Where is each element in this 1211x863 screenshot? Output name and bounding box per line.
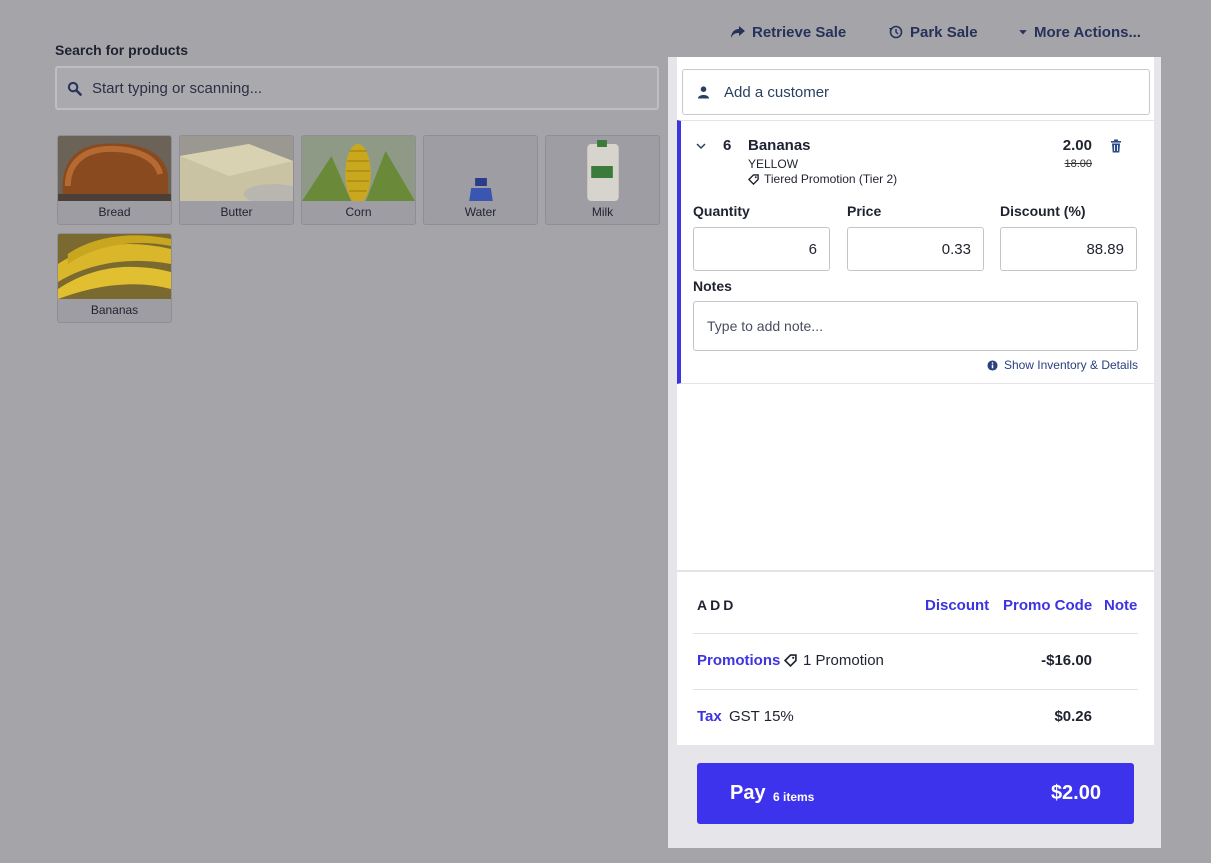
add-promo-code-link[interactable]: Promo Code [1003,597,1092,614]
show-inventory-link[interactable]: Show Inventory & Details [987,358,1138,372]
line-item-variant: YELLOW [748,157,799,171]
quantity-input[interactable] [693,227,830,271]
pay-button[interactable]: Pay 6 items $2.00 [697,763,1134,824]
product-tile-bread[interactable]: Bread [57,135,172,225]
pay-area: Pay 6 items $2.00 [677,745,1154,841]
add-discount-link[interactable]: Discount [925,597,989,614]
park-sale-label: Park Sale [910,23,978,41]
totals-section: ADD Discount Promo Code Note Promotions … [677,570,1154,725]
promotions-count: 1 Promotion [803,652,884,669]
add-note-link[interactable]: Note [1104,597,1137,614]
line-item-original-price: 18.00 [1064,158,1092,170]
chevron-down-icon[interactable] [695,140,707,152]
user-icon [697,86,710,99]
pay-items-count: 6 items [773,790,815,804]
butter-image [180,136,293,201]
add-label: ADD [697,597,737,613]
divider [693,633,1138,634]
milk-image [546,136,659,201]
trash-icon[interactable] [1110,139,1122,153]
tax-amount: $0.26 [1054,708,1092,725]
price-input[interactable] [847,227,984,271]
park-sale-button[interactable]: Park Sale [888,20,978,44]
tax-row: Tax GST 15% $0.26 [697,708,1138,730]
search-box[interactable] [55,66,659,110]
product-label: Butter [220,205,253,219]
product-label: Corn [345,205,372,219]
pay-label: Pay [730,782,766,804]
bread-image [58,136,171,201]
search-label: Search for products [55,42,189,58]
product-tile-milk[interactable]: Milk [545,135,660,225]
product-label: Bananas [90,303,139,317]
info-icon [987,359,998,371]
history-icon [889,25,903,39]
sale-panel: Add a customer 6 Bananas YELLOW Tiered P… [668,57,1161,848]
product-tile-bananas[interactable]: Bananas [57,233,172,323]
quantity-label: Quantity [693,203,750,219]
add-customer-field[interactable]: Add a customer [682,69,1150,115]
tax-link[interactable]: Tax [697,708,722,725]
product-tile-corn[interactable]: Corn [301,135,416,225]
add-customer-placeholder: Add a customer [724,83,830,101]
share-arrow-icon [731,26,745,38]
notes-label: Notes [693,278,732,294]
show-inventory-label: Show Inventory & Details [1003,358,1138,372]
water-image [424,136,537,201]
line-item: 6 Bananas YELLOW Tiered Promotion (Tier … [677,120,1154,384]
tag-icon [748,173,759,185]
sale-panel-inner: Add a customer 6 Bananas YELLOW Tiered P… [677,57,1154,841]
pay-total: $2.00 [1050,782,1101,804]
promotions-amount: -$16.00 [1041,652,1092,669]
tax-desc: GST 15% [729,708,794,725]
caret-down-icon [1019,30,1027,35]
line-item-price: 2.00 [1062,137,1092,154]
line-item-name: Bananas [748,137,811,154]
line-item-quantity: 6 [723,137,732,154]
promotions-desc: 1 Promotion [784,652,884,669]
promotions-link[interactable]: Promotions [697,652,780,669]
promotions-row: Promotions 1 Promotion -$16.00 [697,652,1138,674]
divider [693,689,1138,690]
product-label: Water [464,205,497,219]
promotion-text: Tiered Promotion (Tier 2) [764,172,898,186]
more-actions-button[interactable]: More Actions... [1018,20,1141,44]
more-actions-label: More Actions... [1034,23,1141,41]
search-input[interactable] [92,79,632,97]
search-icon [67,81,82,96]
product-tile-water[interactable]: Water [423,135,538,225]
notes-input[interactable] [693,301,1138,351]
retrieve-sale-label: Retrieve Sale [752,23,847,41]
product-label: Milk [591,205,614,219]
add-row: ADD Discount Promo Code Note [697,597,1138,617]
corn-image [302,136,415,201]
bananas-image [58,234,171,299]
line-item-promotion: Tiered Promotion (Tier 2) [748,172,897,186]
retrieve-sale-button[interactable]: Retrieve Sale [730,20,846,44]
price-label: Price [847,203,882,219]
product-label: Bread [98,205,131,219]
tag-icon [784,654,797,667]
product-tile-butter[interactable]: Butter [179,135,294,225]
discount-label: Discount (%) [1000,203,1086,219]
discount-input[interactable] [1000,227,1137,271]
